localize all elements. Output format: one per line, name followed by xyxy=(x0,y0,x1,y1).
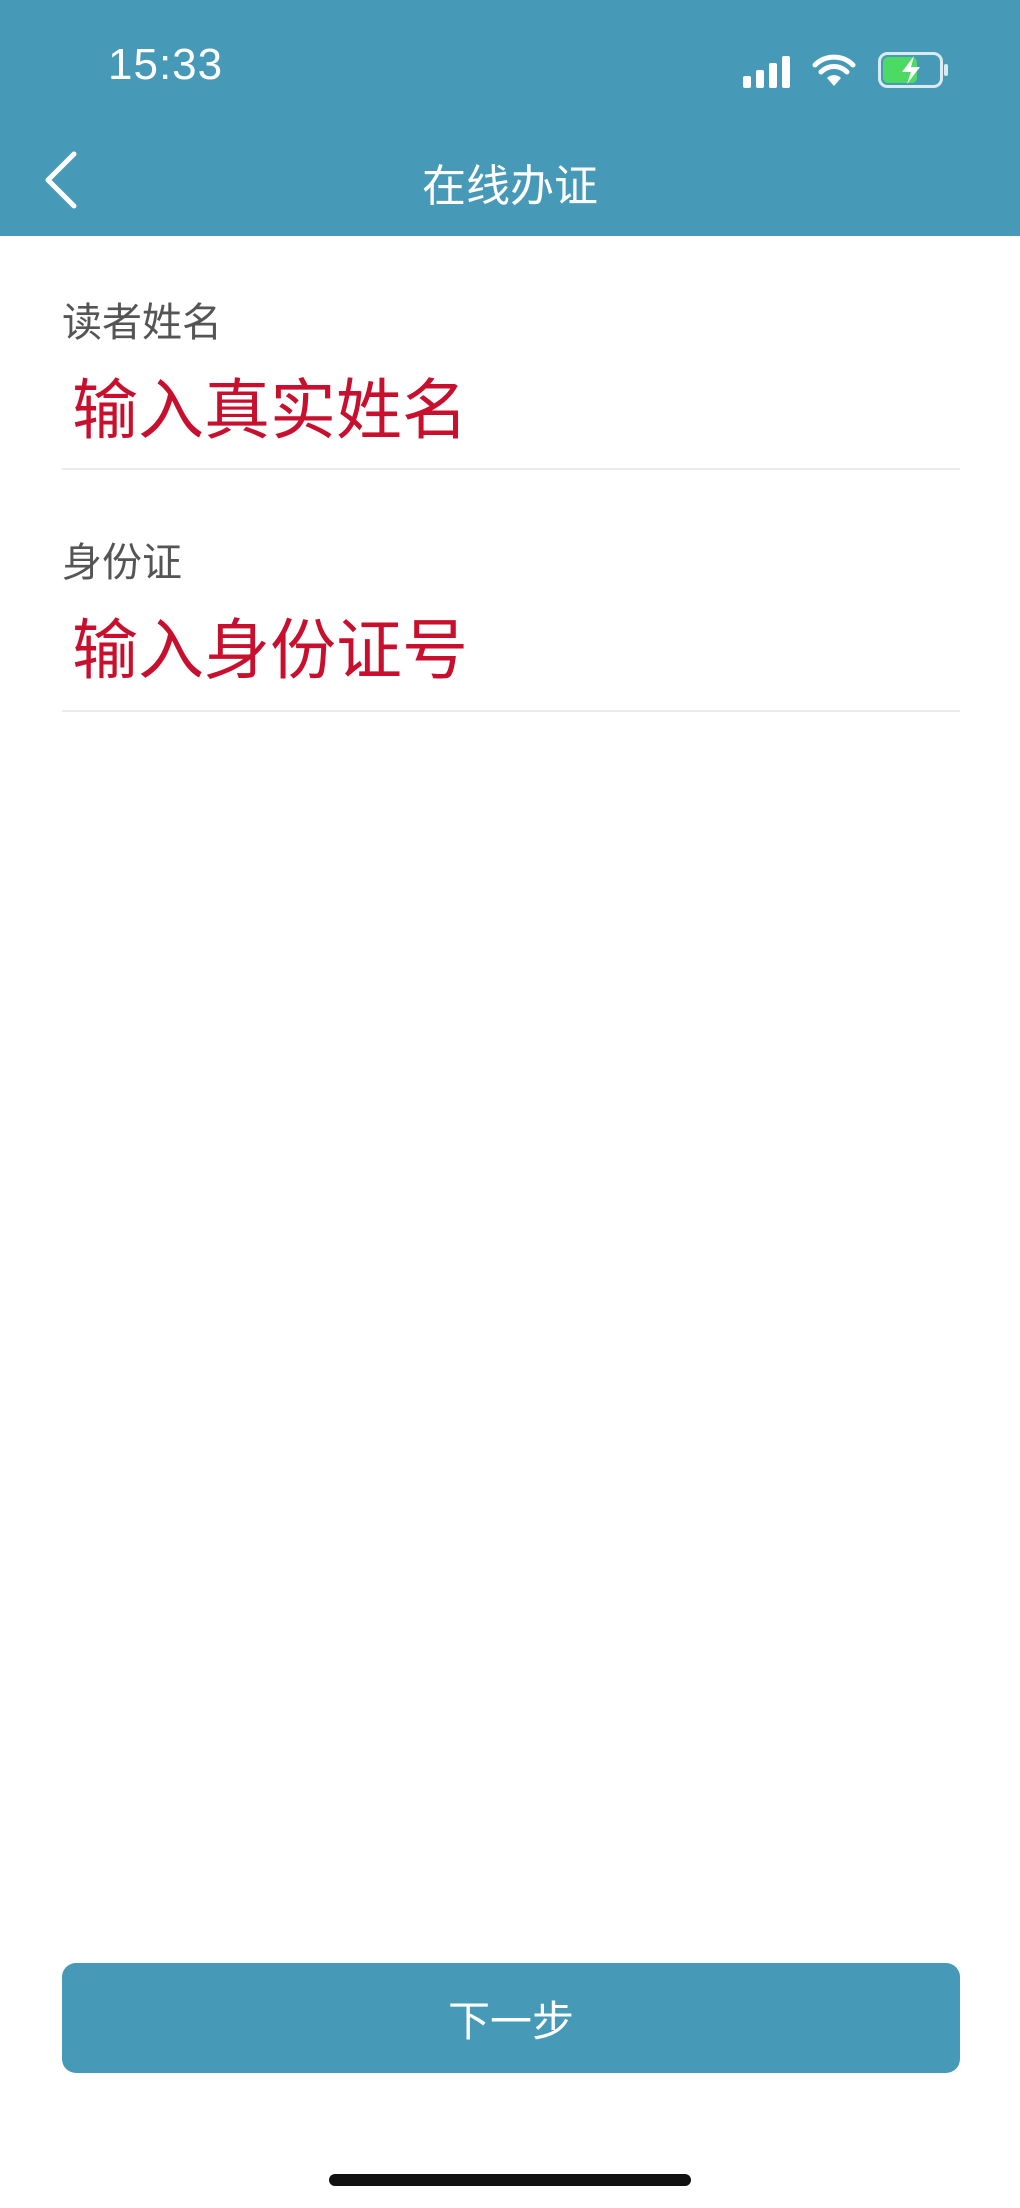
online-card-application-screen: 15:33 在线办证 读者姓名 输入真实姓名 身份证 输入身份证号 下一步 xyxy=(0,0,1020,2208)
header-bar: 15:33 在线办证 xyxy=(0,0,1020,236)
wifi-icon xyxy=(812,54,856,88)
page-title: 在线办证 xyxy=(422,161,598,212)
id-card-field: 身份证 xyxy=(62,530,960,712)
reader-name-label: 读者姓名 xyxy=(62,300,222,346)
signal-icon xyxy=(743,52,790,88)
next-step-button[interactable]: 下一步 xyxy=(62,1963,960,2073)
status-icons xyxy=(743,48,950,88)
id-card-label: 身份证 xyxy=(62,540,182,586)
reader-name-input[interactable] xyxy=(72,370,952,450)
reader-name-field: 读者姓名 xyxy=(62,290,960,470)
status-time: 15:33 xyxy=(108,40,224,89)
id-card-input[interactable] xyxy=(72,610,952,690)
home-indicator[interactable] xyxy=(329,2174,691,2186)
battery-charging-icon xyxy=(878,52,950,88)
